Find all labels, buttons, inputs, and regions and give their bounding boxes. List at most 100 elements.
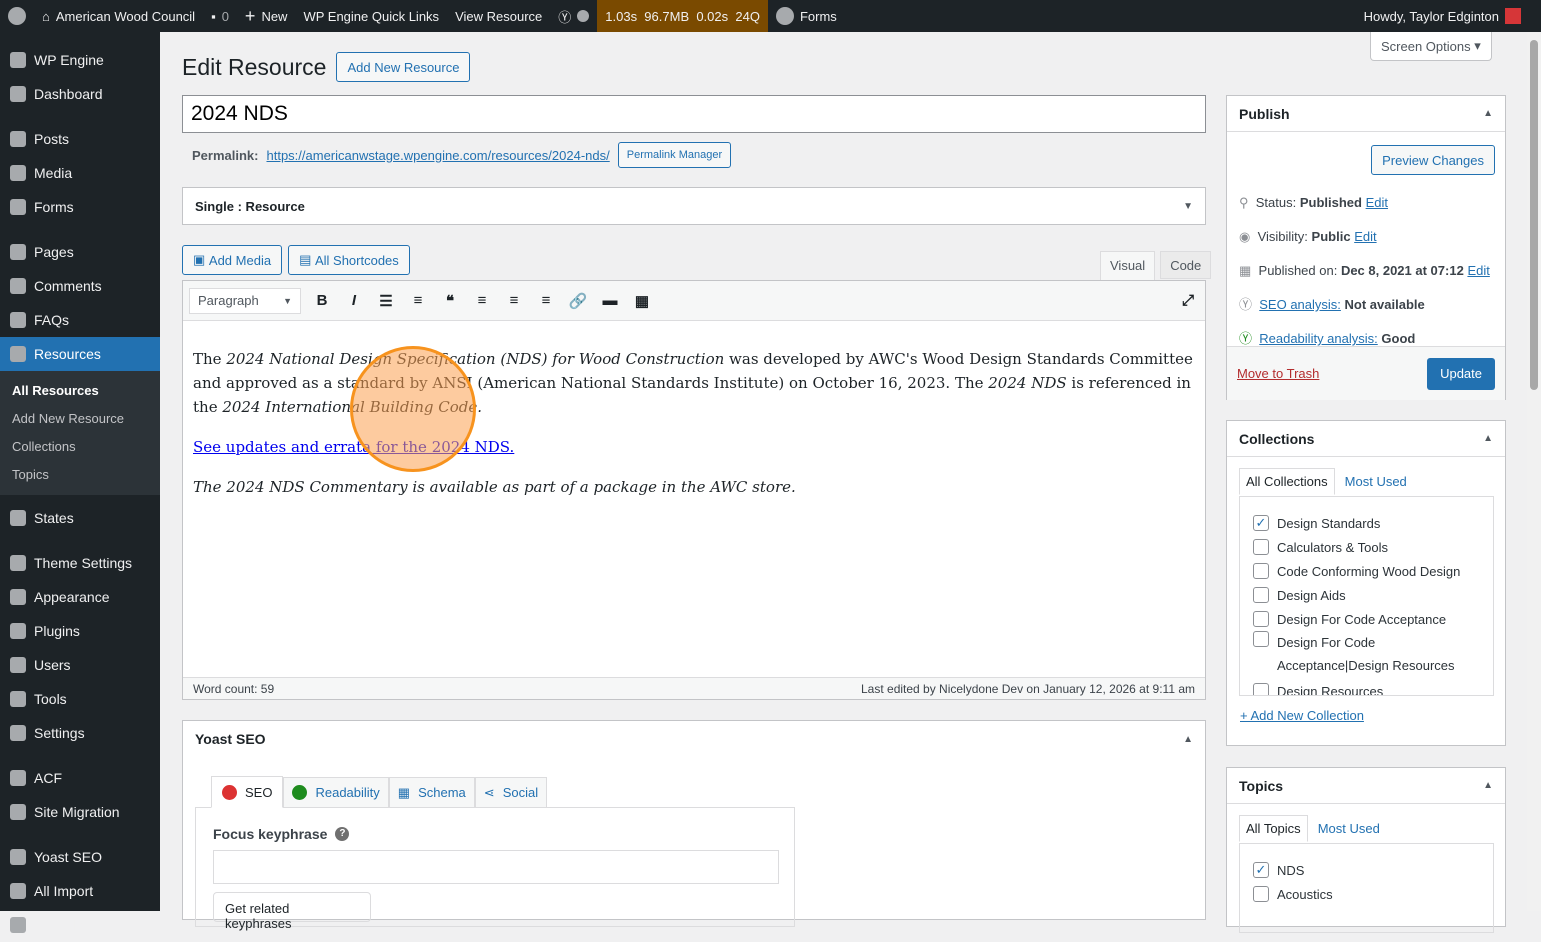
sidebar-item-tools[interactable]: Tools <box>0 682 160 716</box>
seo-analysis-link[interactable]: SEO analysis: <box>1259 297 1341 312</box>
checkbox[interactable] <box>1253 683 1269 695</box>
italic-icon[interactable]: I <box>343 292 365 309</box>
preview-changes-button[interactable]: Preview Changes <box>1371 145 1495 175</box>
sidebar-item-plugins[interactable]: Plugins <box>0 614 160 648</box>
account-menu[interactable]: Howdy, Taylor Edginton <box>1356 0 1541 32</box>
comments-link[interactable]: ▪ 0 <box>203 0 237 32</box>
checkbox-item[interactable]: ✓ Design Standards <box>1253 511 1493 535</box>
tab-visual[interactable]: Visual <box>1100 251 1156 281</box>
edit-visibility-link[interactable]: Edit <box>1354 229 1376 244</box>
checkbox[interactable] <box>1253 587 1269 603</box>
sidebar-item-states[interactable]: States <box>0 501 160 535</box>
format-select[interactable]: Paragraph ▼ <box>189 287 301 314</box>
sidebar-item-forms[interactable]: Forms <box>0 190 160 224</box>
submenu-collections[interactable]: Collections <box>0 433 160 461</box>
new-link[interactable]: + New <box>237 0 296 32</box>
sidebar-item-dashboard[interactable]: Dashboard <box>0 77 160 111</box>
view-resource-link[interactable]: View Resource <box>447 0 550 32</box>
checkbox-item[interactable]: Code Conforming Wood Design <box>1253 559 1493 583</box>
align-center-icon[interactable]: ≡ <box>503 292 525 309</box>
tab-seo[interactable]: SEO <box>211 776 284 808</box>
tab-schema[interactable]: ▦ Schema <box>388 777 475 808</box>
sidebar-item-theme-settings[interactable]: Theme Settings <box>0 546 160 580</box>
permalink-manager-button[interactable]: Permalink Manager <box>617 142 732 168</box>
tab-most-used[interactable]: Most Used <box>1335 468 1417 495</box>
checkbox[interactable] <box>1253 611 1269 627</box>
blockquote-icon[interactable]: ❝ <box>439 292 461 310</box>
submenu-topics[interactable]: Topics <box>0 461 160 489</box>
sidebar-item-posts[interactable]: Posts <box>0 122 160 156</box>
checkbox[interactable] <box>1253 563 1269 579</box>
edit-status-link[interactable]: Edit <box>1366 195 1388 210</box>
tab-code[interactable]: Code <box>1160 251 1212 279</box>
tab-readability[interactable]: Readability <box>283 777 389 808</box>
sidebar-item-resources[interactable]: Resources <box>0 337 160 371</box>
checkbox-item[interactable]: Design For Code Acceptance|Design Resour… <box>1253 631 1493 679</box>
checkbox-item[interactable]: ✓ NDS <box>1253 858 1493 882</box>
edit-date-link[interactable]: Edit <box>1467 263 1489 278</box>
sidebar-item-media[interactable]: Media <box>0 156 160 190</box>
tab-all-collections[interactable]: All Collections <box>1239 468 1335 495</box>
topics-list[interactable]: ✓ NDS Acoustics <box>1239 843 1494 933</box>
sidebar-item-wp-file-manager[interactable]: WP File Manager <box>0 908 160 942</box>
checkbox-item[interactable]: Design Resources <box>1253 679 1493 695</box>
checkbox[interactable] <box>1253 886 1269 902</box>
all-shortcodes-button[interactable]: ▤ All Shortcodes <box>288 245 410 275</box>
collapse-icon[interactable]: ▲ <box>1183 734 1193 745</box>
add-media-button[interactable]: ▣ Add Media <box>182 245 283 275</box>
yoast-icon[interactable]: Ⓨ <box>550 0 597 32</box>
checkbox[interactable] <box>1253 631 1269 647</box>
quick-links[interactable]: WP Engine Quick Links <box>295 0 447 32</box>
checkbox-item[interactable]: Design Aids <box>1253 583 1493 607</box>
bold-icon[interactable]: B <box>311 292 333 309</box>
align-right-icon[interactable]: ≡ <box>535 292 557 309</box>
checkbox[interactable]: ✓ <box>1253 515 1269 531</box>
query-monitor[interactable]: 1.03s 96.7MB 0.02s 24Q <box>597 0 768 32</box>
toolbar-toggle-icon[interactable]: ▦ <box>631 292 653 310</box>
wp-logo-icon[interactable] <box>0 0 34 32</box>
related-keyphrases-button[interactable]: Get related keyphrases <box>213 892 371 931</box>
screen-options-button[interactable]: Screen Options ▾ <box>1370 32 1492 61</box>
sidebar-item-users[interactable]: Users <box>0 648 160 682</box>
sidebar-item-comments[interactable]: Comments <box>0 269 160 303</box>
checkbox-item[interactable]: Calculators & Tools <box>1253 535 1493 559</box>
help-icon[interactable]: ? <box>335 827 350 841</box>
update-button[interactable]: Update <box>1427 357 1495 390</box>
page-scrollbar[interactable] <box>1527 32 1541 911</box>
scrollbar-thumb[interactable] <box>1530 40 1538 390</box>
sidebar-item-acf[interactable]: ACF <box>0 761 160 795</box>
focus-keyphrase-input[interactable] <box>213 850 779 884</box>
bullet-list-icon[interactable]: ☰ <box>375 292 397 310</box>
collapse-icon[interactable]: ▲ <box>1483 433 1493 444</box>
sidebar-item-appearance[interactable]: Appearance <box>0 580 160 614</box>
tab-social[interactable]: ⋖ Social <box>474 777 548 808</box>
sidebar-item-yoast-seo[interactable]: Yoast SEO <box>0 840 160 874</box>
checkbox[interactable]: ✓ <box>1253 862 1269 878</box>
collapse-icon[interactable]: ▲ <box>1483 108 1493 119</box>
submenu-all-resources[interactable]: All Resources <box>0 377 160 405</box>
submenu-add-new-resource[interactable]: Add New Resource <box>0 405 160 433</box>
read-more-icon[interactable]: ▬ <box>599 292 621 309</box>
sidebar-item-settings[interactable]: Settings <box>0 716 160 750</box>
link-icon[interactable]: 🔗 <box>567 292 589 310</box>
collections-list[interactable]: ✓ Design Standards Calculators & Tools Code… <box>1239 496 1494 696</box>
add-new-collection-link[interactable]: + Add New Collection <box>1240 708 1364 723</box>
numbered-list-icon[interactable]: ≡ <box>407 292 429 309</box>
collapse-icon[interactable]: ▲ <box>1483 780 1493 791</box>
fullscreen-icon[interactable]: ⤢ <box>1177 292 1199 309</box>
readability-link[interactable]: Readability analysis: <box>1259 331 1378 346</box>
move-to-trash-link[interactable]: Move to Trash <box>1237 366 1319 381</box>
permalink-link[interactable]: https://americanwstage.wpengine.com/reso… <box>266 148 609 163</box>
checkbox[interactable] <box>1253 539 1269 555</box>
tab-most-used-topics[interactable]: Most Used <box>1308 815 1390 842</box>
align-left-icon[interactable]: ≡ <box>471 292 493 309</box>
template-select[interactable]: Single : Resource ▼ <box>182 187 1206 225</box>
sidebar-item-faqs[interactable]: FAQs <box>0 303 160 337</box>
site-name-link[interactable]: ⌂ American Wood Council <box>34 0 203 32</box>
checkbox-item[interactable]: Acoustics <box>1253 882 1493 906</box>
sidebar-item-wp-engine[interactable]: WP Engine <box>0 43 160 77</box>
add-new-resource-button[interactable]: Add New Resource <box>336 52 471 82</box>
checkbox-item[interactable]: Design For Code Acceptance <box>1253 607 1493 631</box>
tab-all-topics[interactable]: All Topics <box>1239 815 1308 842</box>
sidebar-item-site-migration[interactable]: Site Migration <box>0 795 160 829</box>
